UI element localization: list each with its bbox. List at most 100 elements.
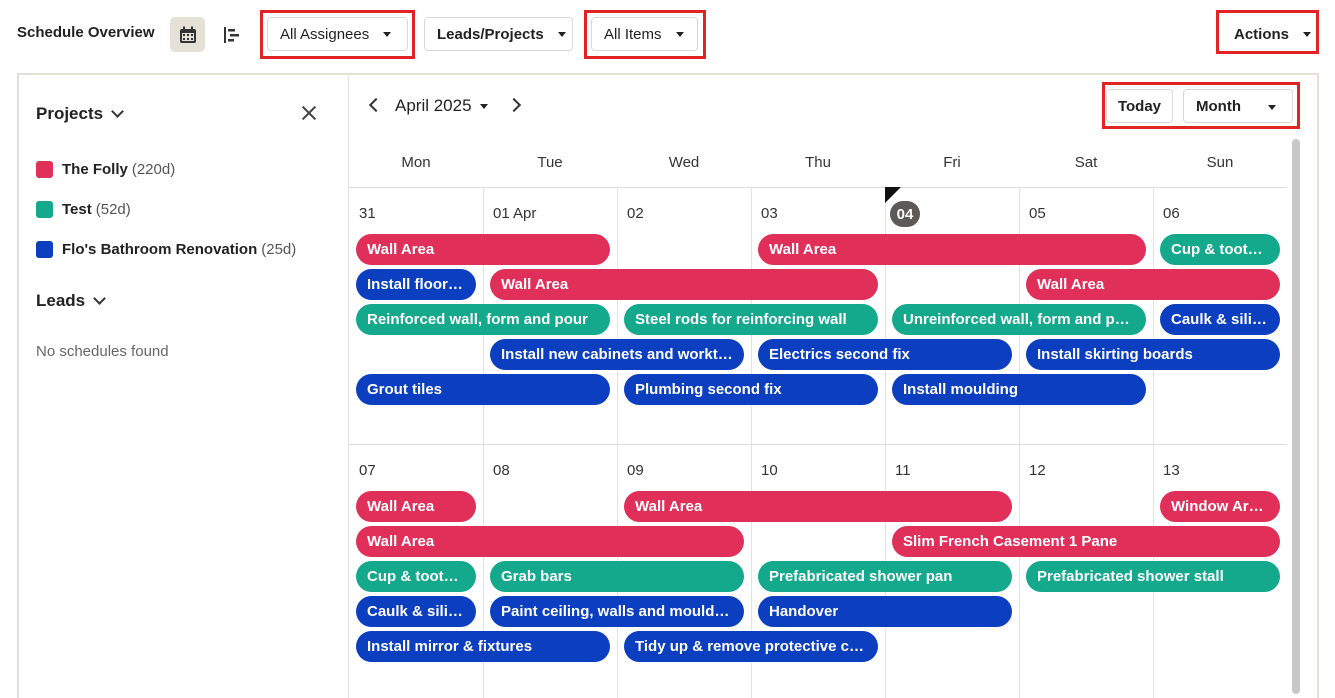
day-number[interactable]: 03	[761, 205, 778, 222]
caret-down-icon	[383, 31, 392, 37]
weekday-label: Thu	[805, 154, 831, 171]
project-item-flos-bathroom-renovation[interactable]: Flo's Bathroom Renovation (25d)	[36, 241, 296, 258]
close-icon[interactable]	[301, 105, 317, 121]
schedule-event[interactable]: Grout tiles	[356, 374, 610, 405]
project-color-swatch	[36, 161, 53, 178]
month-label: April 2025	[395, 96, 472, 115]
schedule-event[interactable]: Install mirror & fixtures	[356, 631, 610, 662]
weekday-label: Tue	[537, 154, 563, 171]
schedule-event[interactable]: Cup & toothb...	[356, 561, 476, 592]
schedule-event[interactable]: Prefabricated shower pan	[758, 561, 1012, 592]
caret-down-icon	[479, 103, 488, 109]
projects-heading-toggle[interactable]: Projects	[36, 104, 124, 124]
actions-dropdown[interactable]: Actions	[1222, 17, 1314, 51]
caret-down-icon	[1268, 105, 1276, 110]
schedule-event[interactable]: Cup & toothb...	[1160, 234, 1280, 265]
day-number-today[interactable]: 04	[890, 201, 920, 227]
project-item-test[interactable]: Test (52d)	[36, 201, 131, 218]
items-dropdown[interactable]: All Items	[591, 17, 698, 51]
day-number[interactable]: 01 Apr	[493, 205, 536, 222]
leads-projects-dropdown[interactable]: Leads/Projects	[424, 17, 573, 51]
column-divider	[751, 187, 752, 698]
assignees-dropdown-label: All Assignees	[280, 25, 370, 43]
schedule-event[interactable]: Tidy up & remove protective cov...	[624, 631, 878, 662]
day-number[interactable]: 13	[1163, 462, 1180, 479]
day-number[interactable]: 06	[1163, 205, 1180, 222]
leads-heading: Leads	[36, 291, 86, 310]
caret-down-icon	[1303, 31, 1312, 37]
sidebar: Projects The Folly (220d) Test (52d) Flo…	[19, 75, 349, 698]
leads-heading-toggle[interactable]: Leads	[36, 291, 107, 311]
schedule-event[interactable]: Slim French Casement 1 Pane	[892, 526, 1280, 557]
schedule-event[interactable]: Caulk & silico...	[356, 596, 476, 627]
project-color-swatch	[36, 241, 53, 258]
column-divider	[1153, 187, 1154, 698]
schedule-event[interactable]: Wall Area	[356, 526, 744, 557]
calendar-view-button[interactable]	[170, 17, 205, 52]
day-number[interactable]: 08	[493, 462, 510, 479]
calendar: April 2025 Today Month Mon Tue Wed Thu Fri Sa…	[349, 75, 1300, 698]
project-color-swatch	[36, 201, 53, 218]
day-number[interactable]: 12	[1029, 462, 1046, 479]
scrollbar[interactable]	[1292, 139, 1300, 694]
day-number[interactable]: 10	[761, 462, 778, 479]
project-duration: (25d)	[261, 241, 297, 258]
assignees-dropdown[interactable]: All Assignees	[267, 17, 408, 51]
weekday-label: Sat	[1074, 154, 1098, 171]
divider	[349, 187, 1287, 188]
calendar-icon	[179, 26, 196, 43]
page-title: Schedule Overview	[17, 24, 155, 41]
schedule-event[interactable]: Install moulding	[892, 374, 1146, 405]
schedule-event[interactable]: Electrics second fix	[758, 339, 1012, 370]
schedule-event[interactable]: Wall Area	[624, 491, 1012, 522]
schedule-event[interactable]: Wall Area	[356, 234, 610, 265]
projects-heading: Projects	[36, 104, 104, 123]
weekday-label: Sun	[1206, 154, 1234, 171]
weekday-label: Mon	[401, 154, 431, 171]
prev-month-icon[interactable]	[368, 97, 384, 113]
schedule-event[interactable]: Reinforced wall, form and pour	[356, 304, 610, 335]
schedule-event[interactable]: Wall Area	[758, 234, 1146, 265]
schedule-event[interactable]: Wall Area	[490, 269, 878, 300]
schedule-event[interactable]: Handover	[758, 596, 1012, 627]
day-number[interactable]: 05	[1029, 205, 1046, 222]
day-number[interactable]: 02	[627, 205, 644, 222]
day-number[interactable]: 09	[627, 462, 644, 479]
caret-down-icon	[675, 31, 684, 37]
schedule-event[interactable]: Steel rods for reinforcing wall	[624, 304, 878, 335]
project-item-the-folly[interactable]: The Folly (220d)	[36, 161, 175, 178]
schedule-event[interactable]: Wall Area	[356, 491, 476, 522]
schedule-event[interactable]: Paint ceiling, walls and moulding	[490, 596, 744, 627]
schedule-event[interactable]: Plumbing second fix	[624, 374, 878, 405]
today-button[interactable]: Today	[1106, 89, 1173, 123]
day-number[interactable]: 07	[359, 462, 376, 479]
leads-empty-message: No schedules found	[36, 343, 169, 360]
weekday-label: Fri	[943, 154, 961, 171]
schedule-event[interactable]: Grab bars	[490, 561, 744, 592]
schedule-event[interactable]: Window Arch...	[1160, 491, 1280, 522]
month-picker[interactable]: April 2025	[395, 96, 488, 116]
chevron-down-icon	[93, 292, 107, 305]
view-select[interactable]: Month	[1183, 89, 1293, 123]
next-month-icon[interactable]	[506, 97, 522, 113]
gantt-view-button[interactable]	[214, 17, 249, 52]
schedule-event[interactable]: Caulk & silico...	[1160, 304, 1280, 335]
gantt-icon	[223, 26, 239, 43]
project-name: Flo's Bathroom Renovation	[62, 241, 258, 258]
schedule-event[interactable]: Prefabricated shower stall	[1026, 561, 1280, 592]
schedule-event[interactable]: Unreinforced wall, form and pour	[892, 304, 1146, 335]
toolbar: Schedule Overview All Assignees Leads/Pr…	[0, 0, 1335, 70]
project-name: Test	[62, 201, 92, 218]
day-number[interactable]: 11	[895, 462, 911, 479]
schedule-event[interactable]: Wall Area	[1026, 269, 1280, 300]
day-number[interactable]: 31	[359, 205, 376, 222]
caret-down-icon	[557, 31, 566, 37]
actions-dropdown-label: Actions	[1234, 25, 1290, 43]
view-select-label: Month	[1196, 97, 1241, 115]
schedule-panel: Projects The Folly (220d) Test (52d) Flo…	[17, 73, 1319, 698]
schedule-event[interactable]: Install floor a...	[356, 269, 476, 300]
schedule-event[interactable]: Install new cabinets and worktops	[490, 339, 744, 370]
weekday-label: Wed	[668, 154, 700, 171]
project-duration: (52d)	[95, 201, 131, 218]
schedule-event[interactable]: Install skirting boards	[1026, 339, 1280, 370]
